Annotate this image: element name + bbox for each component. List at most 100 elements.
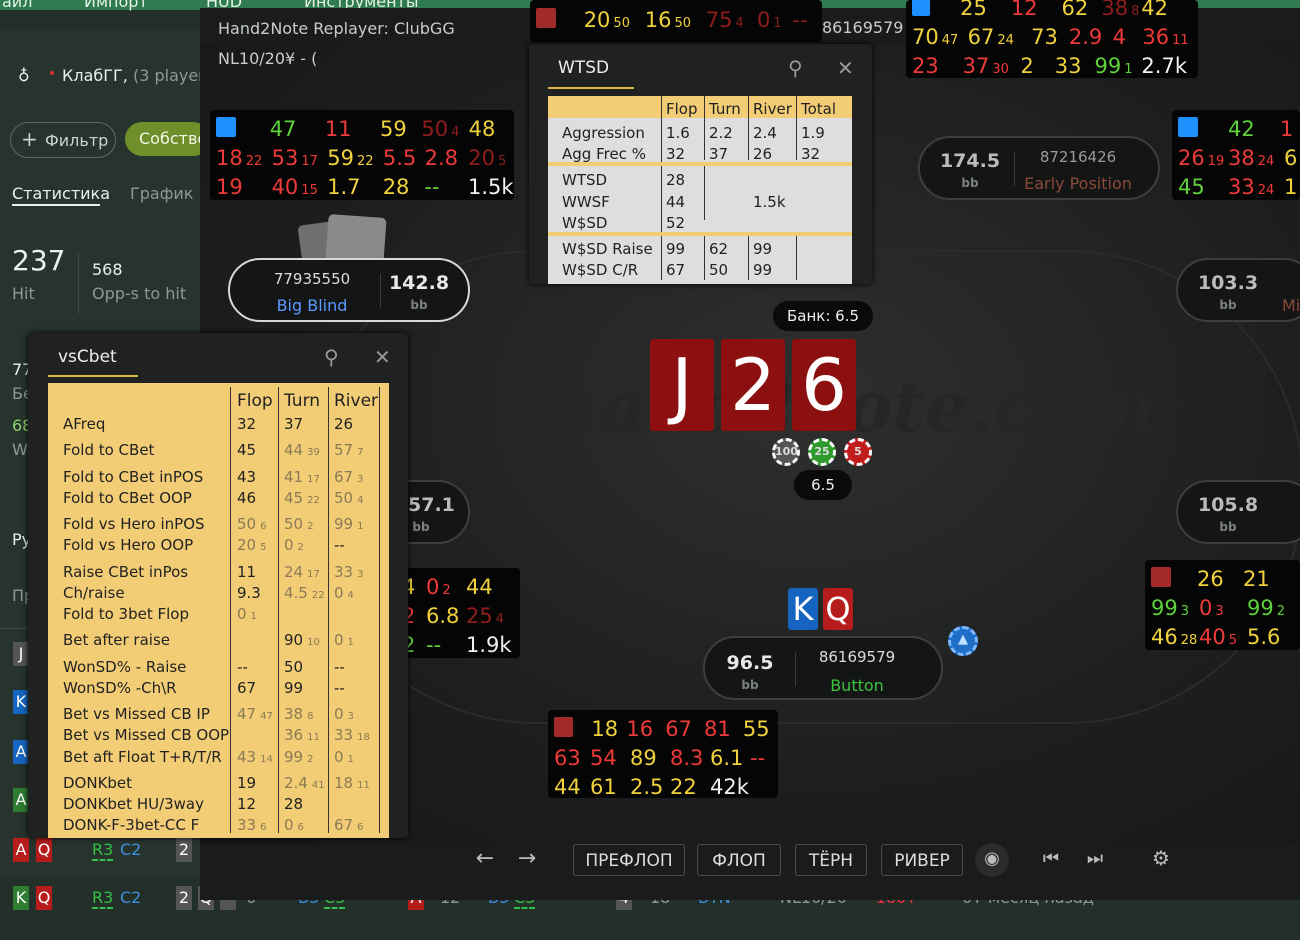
cell: 99 bbox=[666, 240, 686, 258]
close-icon[interactable]: ✕ bbox=[374, 345, 391, 369]
hud-stat: 20 5 bbox=[468, 146, 507, 170]
row-label: Bet vs Missed CB OOP bbox=[63, 726, 230, 744]
turn-button[interactable]: ТЁРН bbox=[795, 844, 867, 876]
stat-cell: 36 11 bbox=[284, 726, 320, 744]
arrow-left-icon[interactable]: ← bbox=[470, 846, 500, 871]
stat-cell: 41 17 bbox=[284, 468, 320, 486]
hud-top-1[interactable]: 20 50 16 50 75 4 01 -- bbox=[530, 0, 822, 42]
wtsd-table: Flop Turn River Total Aggression 1.6 2.2… bbox=[548, 96, 852, 284]
title-underline bbox=[548, 87, 634, 89]
stat-value: 50 bbox=[334, 489, 354, 507]
stat-sample: 17 bbox=[307, 569, 320, 580]
stat-value: 28 bbox=[284, 795, 304, 813]
player-big-blind[interactable]: 77935550 Big Blind 142.8 bb bbox=[228, 258, 470, 322]
tab-underline bbox=[12, 204, 100, 206]
flop-button[interactable]: ФЛОП bbox=[697, 844, 781, 876]
close-icon[interactable]: ✕ bbox=[837, 56, 854, 80]
gear-icon[interactable]: ⚙ bbox=[1146, 846, 1176, 870]
stat-sample: 4 bbox=[347, 590, 354, 601]
menu-file[interactable]: айл bbox=[2, 0, 32, 11]
hud-color-marker bbox=[1151, 567, 1171, 587]
hud-color-marker bbox=[536, 8, 556, 28]
cell: 67 bbox=[666, 261, 686, 279]
hand-row-card: A bbox=[13, 788, 29, 812]
pin-icon[interactable]: ⚲ bbox=[788, 56, 803, 80]
player-right[interactable]: 105.8 bb bbox=[1176, 480, 1300, 544]
filter-button[interactable]: + Фильтр bbox=[10, 122, 116, 158]
cell: 1.6 bbox=[666, 124, 690, 142]
col-divider bbox=[796, 96, 797, 160]
stat-value: 32 bbox=[237, 415, 257, 433]
stat-cell: 37 bbox=[284, 415, 307, 433]
tab-statistics[interactable]: Статистика bbox=[12, 184, 110, 203]
hud-stat: 45 bbox=[1178, 175, 1205, 199]
pot-value: 6.5 bbox=[794, 470, 852, 500]
pin-icon[interactable]: ⚲ bbox=[324, 345, 339, 369]
hand-row-card: K bbox=[13, 690, 29, 714]
cell: 50 bbox=[709, 261, 729, 279]
col-divider bbox=[748, 236, 749, 280]
hud-color-marker bbox=[216, 117, 236, 137]
eye-button[interactable]: ◉ bbox=[975, 843, 1009, 877]
stat-value: 2.4 bbox=[284, 774, 308, 792]
row-label: WonSD% - Raise bbox=[63, 658, 187, 676]
stat-value: 99 bbox=[334, 515, 354, 533]
row-label: Ch/raise bbox=[63, 584, 125, 602]
player-hero[interactable]: 96.5 bb 86169579 Button bbox=[703, 636, 943, 700]
player-middle-position[interactable]: 103.3 bb Mi bbox=[1176, 258, 1300, 322]
skip-forward-icon[interactable]: ⏭ bbox=[1080, 848, 1110, 869]
hud-left[interactable]: 4 02 44 2 6.8 25 4 2 -- 1.9k bbox=[396, 568, 520, 658]
hud-stat: 70 47 bbox=[912, 25, 959, 49]
stat-cell: -- bbox=[334, 679, 349, 697]
preflop-button[interactable]: ПРЕФЛОП bbox=[573, 844, 685, 876]
hud-stat: 1 bbox=[1284, 175, 1298, 199]
player-stack: 174.5 bbox=[939, 150, 1001, 172]
stat-sample: 5 bbox=[260, 542, 267, 553]
hud-top-2[interactable]: 25 12 62 38 8 42 70 47 67 24 73 2.9 4 36 11 … bbox=[906, 0, 1198, 78]
stat-value: 41 bbox=[284, 468, 304, 486]
board-card: 2 bbox=[721, 339, 785, 431]
stat-value: -- bbox=[334, 658, 345, 676]
stat-cell: -- bbox=[334, 658, 349, 676]
river-button[interactable]: РИВЕР bbox=[881, 844, 963, 876]
stat-cell: 67 3 bbox=[334, 468, 363, 486]
hud-stat: 89 bbox=[630, 746, 657, 770]
hud-right[interactable]: 26 21 99 3 03 99 2 46 28 40 5 5.6 bbox=[1145, 560, 1300, 650]
stat-cell: 90 10 bbox=[284, 631, 320, 649]
hud-big-blind[interactable]: 47 11 59 50 4 48 18 22 53 17 59 22 5.5 2.8 2… bbox=[210, 110, 514, 200]
stat-cell: 99 bbox=[284, 679, 307, 697]
skip-back-icon[interactable]: ⏮ bbox=[1036, 848, 1066, 869]
stat-sample: 1 bbox=[357, 521, 364, 532]
col-divider bbox=[661, 96, 662, 280]
player-early-position[interactable]: 174.5 bb 87216426 Early Position bbox=[918, 136, 1160, 200]
status-dot: • bbox=[48, 66, 57, 82]
cell: 99 bbox=[753, 261, 773, 279]
hud-early-position[interactable]: 42 1 26 19 38 24 6 45 33 24 1 bbox=[1172, 110, 1300, 200]
hud-stat: 6.8 bbox=[426, 604, 460, 628]
hud-stat: 5.5 bbox=[382, 146, 417, 170]
stat-value: 45 bbox=[284, 489, 304, 507]
stat-cell bbox=[334, 795, 338, 813]
hud-stat: 16 50 bbox=[644, 8, 691, 32]
hud-stat: 25 bbox=[960, 0, 987, 20]
hud-hero[interactable]: 18 16 67 81 55 63 54 89 8.3 6.1 -- 44 61… bbox=[548, 710, 778, 799]
menu-import[interactable]: Импорт bbox=[84, 0, 148, 11]
tab-graph[interactable]: График bbox=[130, 184, 193, 203]
own-button[interactable]: Собстве bbox=[125, 122, 210, 156]
player-id: 86169579 bbox=[818, 648, 896, 666]
hud-stat: 59 22 bbox=[327, 146, 374, 170]
stat-sample: 1 bbox=[250, 611, 257, 622]
hud-color-marker bbox=[1178, 117, 1198, 137]
stat-value: 67 bbox=[334, 816, 354, 834]
col-divider bbox=[704, 96, 705, 160]
stat-sample: 2 bbox=[307, 754, 314, 765]
hud-stat: 1.9k bbox=[466, 633, 512, 657]
arrow-right-icon[interactable]: → bbox=[512, 846, 542, 871]
col-divider bbox=[278, 387, 279, 833]
popup-title: WTSD bbox=[558, 58, 610, 78]
stat-cell: 44 39 bbox=[284, 441, 320, 459]
hud-stat: 12 bbox=[1010, 0, 1038, 20]
hero-card: K bbox=[788, 588, 818, 630]
col-header: Turn bbox=[284, 391, 321, 411]
